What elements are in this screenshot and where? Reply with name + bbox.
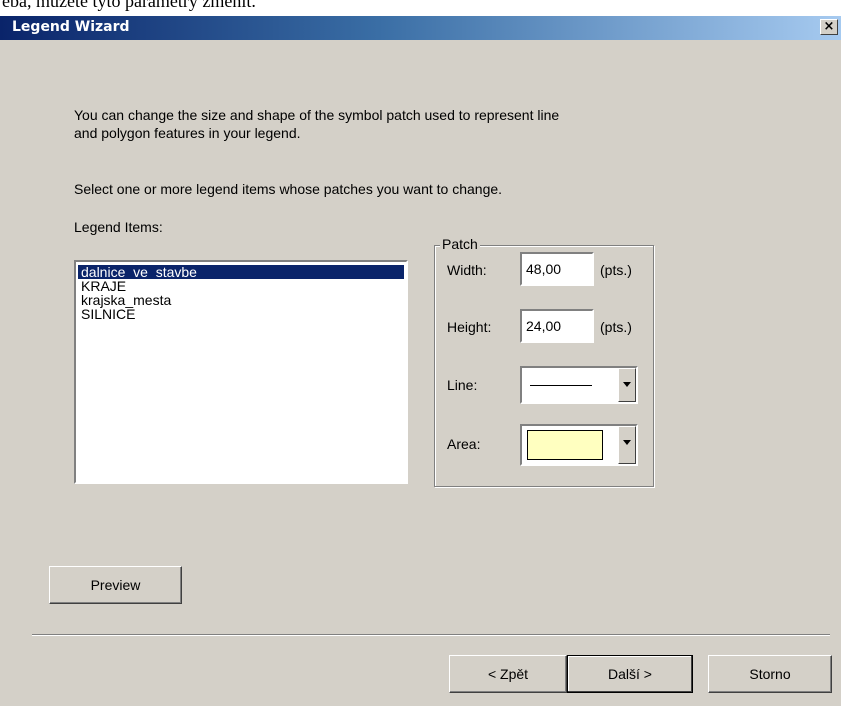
instructions: You can change the size and shape of the…	[74, 106, 559, 142]
chevron-down-icon[interactable]	[618, 368, 636, 402]
height-label: Height:	[447, 319, 492, 335]
height-value: 24,00	[526, 318, 562, 334]
area-color-swatch	[527, 430, 603, 460]
line-style-swatch	[530, 385, 592, 386]
area-fill-dropdown[interactable]	[520, 424, 638, 466]
width-input[interactable]: 48,00	[520, 252, 594, 286]
next-button[interactable]: Další >	[567, 655, 693, 693]
background-document-text: eba, můžete tyto parametry změnit.	[2, 0, 256, 11]
height-unit: (pts.)	[600, 319, 632, 335]
patch-group-label: Patch	[440, 236, 480, 252]
back-button[interactable]: < Zpět	[449, 655, 567, 693]
chevron-down-icon[interactable]	[618, 426, 636, 464]
line-label: Line:	[447, 377, 478, 393]
line-style-dropdown[interactable]	[520, 366, 638, 404]
list-item[interactable]: dalnice_ve_stavbe	[78, 265, 404, 279]
instructions-line-2: and polygon features in your legend.	[74, 125, 301, 141]
instructions-line-1: You can change the size and shape of the…	[74, 107, 560, 123]
legend-items-listbox[interactable]: dalnice_ve_stavbe KRAJE krajska_mesta SI…	[74, 260, 408, 484]
width-unit: (pts.)	[600, 262, 632, 278]
divider	[32, 634, 830, 636]
window-title: Legend Wizard	[12, 19, 130, 35]
list-item[interactable]: SILNICE	[78, 307, 404, 321]
close-button[interactable]: ×	[820, 19, 838, 35]
cancel-button[interactable]: Storno	[708, 655, 832, 693]
list-item[interactable]: KRAJE	[78, 279, 404, 293]
title-bar[interactable]: Legend Wizard ×	[0, 16, 841, 40]
area-label: Area:	[447, 436, 481, 452]
legend-wizard-dialog: Legend Wizard × You can change the size …	[0, 16, 841, 706]
legend-items-label: Legend Items:	[74, 219, 163, 235]
height-input[interactable]: 24,00	[520, 309, 594, 343]
select-prompt: Select one or more legend items whose pa…	[74, 181, 503, 197]
width-label: Width:	[447, 262, 487, 278]
preview-button[interactable]: Preview	[49, 566, 182, 604]
width-value: 48,00	[526, 261, 562, 277]
list-item[interactable]: krajska_mesta	[78, 293, 404, 307]
close-icon: ×	[823, 19, 835, 34]
